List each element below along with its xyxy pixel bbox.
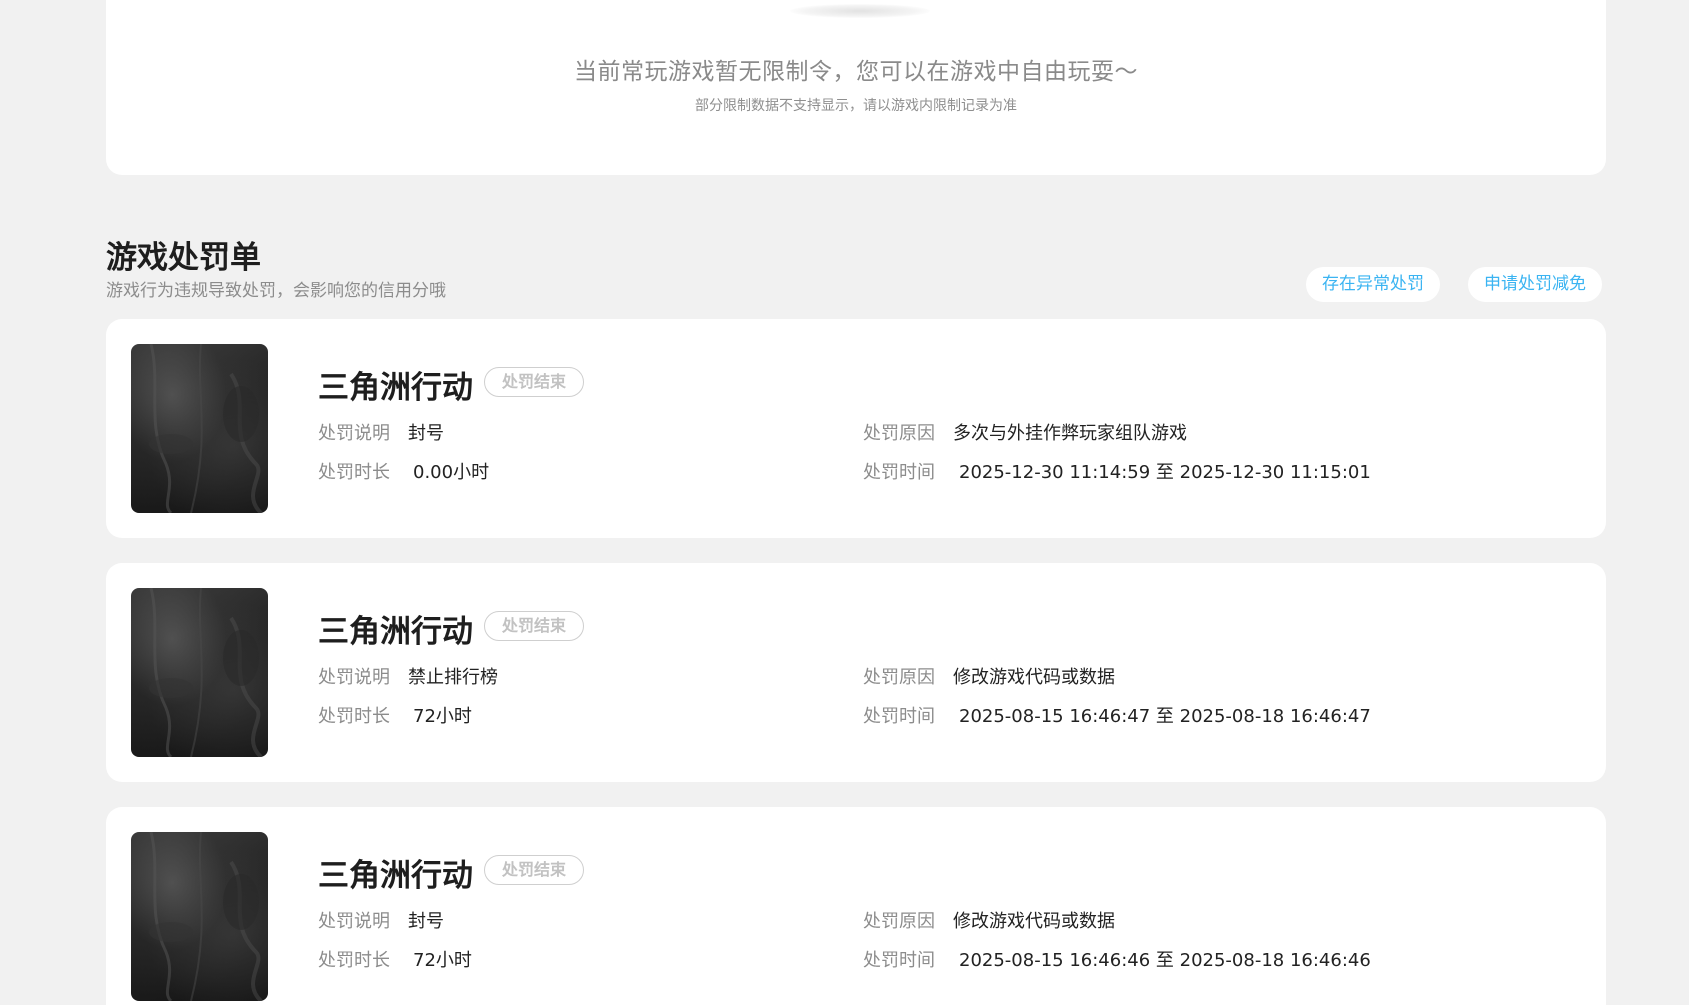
penalty-duration-value: 72小时 <box>413 706 472 727</box>
penalty-time-label: 处罚时间 <box>863 706 935 727</box>
game-name: 三角洲行动 <box>318 858 473 894</box>
penalty-duration-label: 处罚时长 <box>318 462 390 483</box>
restriction-notice-subtitle: 部分限制数据不支持显示，请以游戏内限制记录为准 <box>695 98 1017 114</box>
penalty-desc-value: 禁止排行榜 <box>408 667 498 688</box>
penalty-reason-label: 处罚原因 <box>863 911 935 932</box>
penalty-card[interactable]: 三角洲行动 处罚结束 处罚说明 禁止排行榜 处罚时长 72小时 处罚原因 修改游… <box>106 563 1606 782</box>
game-name: 三角洲行动 <box>318 370 473 406</box>
game-cover-image <box>131 344 268 513</box>
penalty-card[interactable]: 三角洲行动 处罚结束 处罚说明 封号 处罚时长 0.00小时 处罚原因 多次与外… <box>106 319 1606 538</box>
penalty-desc-label: 处罚说明 <box>318 423 390 444</box>
penalty-section-title: 游戏处罚单 <box>106 240 261 276</box>
penalty-time-label: 处罚时间 <box>863 462 935 483</box>
penalty-reason-value: 多次与外挂作弊玩家组队游戏 <box>953 423 1187 444</box>
penalty-time-value: 2025-12-30 11:14:59 至 2025-12-30 11:15:0… <box>959 462 1371 483</box>
empty-state-illustration <box>790 4 930 18</box>
penalty-section-subtitle: 游戏行为违规导致处罚，会影响您的信用分哦 <box>106 281 446 301</box>
report-abnormal-penalty-button[interactable]: 存在异常处罚 <box>1306 267 1440 302</box>
penalty-desc-label: 处罚说明 <box>318 667 390 688</box>
penalty-time-value: 2025-08-15 16:46:47 至 2025-08-18 16:46:4… <box>959 706 1371 727</box>
penalty-reason-label: 处罚原因 <box>863 667 935 688</box>
penalty-status-badge: 处罚结束 <box>484 855 585 885</box>
penalty-status-badge: 处罚结束 <box>484 611 585 641</box>
penalty-time-value: 2025-08-15 16:46:46 至 2025-08-18 16:46:4… <box>959 950 1371 971</box>
restriction-notice-card <box>106 0 1606 175</box>
page: 当前常玩游戏暂无限制令，您可以在游戏中自由玩耍～ 部分限制数据不支持显示，请以游… <box>0 0 1689 1005</box>
penalty-duration-label: 处罚时长 <box>318 950 390 971</box>
game-cover-image <box>131 832 268 1001</box>
penalty-reason-label: 处罚原因 <box>863 423 935 444</box>
penalty-desc-label: 处罚说明 <box>318 911 390 932</box>
penalty-duration-label: 处罚时长 <box>318 706 390 727</box>
penalty-card[interactable]: 三角洲行动 处罚结束 处罚说明 封号 处罚时长 72小时 处罚原因 修改游戏代码… <box>106 807 1606 1005</box>
penalty-reason-value: 修改游戏代码或数据 <box>953 911 1115 932</box>
penalty-status-badge: 处罚结束 <box>484 367 585 397</box>
penalty-time-label: 处罚时间 <box>863 950 935 971</box>
game-name: 三角洲行动 <box>318 614 473 650</box>
penalty-duration-value: 72小时 <box>413 950 472 971</box>
apply-penalty-reduction-button[interactable]: 申请处罚减免 <box>1468 267 1602 302</box>
penalty-reason-value: 修改游戏代码或数据 <box>953 667 1115 688</box>
restriction-notice-title: 当前常玩游戏暂无限制令，您可以在游戏中自由玩耍～ <box>574 59 1138 85</box>
penalty-desc-value: 封号 <box>408 911 444 932</box>
penalty-desc-value: 封号 <box>408 423 444 444</box>
penalty-duration-value: 0.00小时 <box>413 462 490 483</box>
game-cover-image <box>131 588 268 757</box>
